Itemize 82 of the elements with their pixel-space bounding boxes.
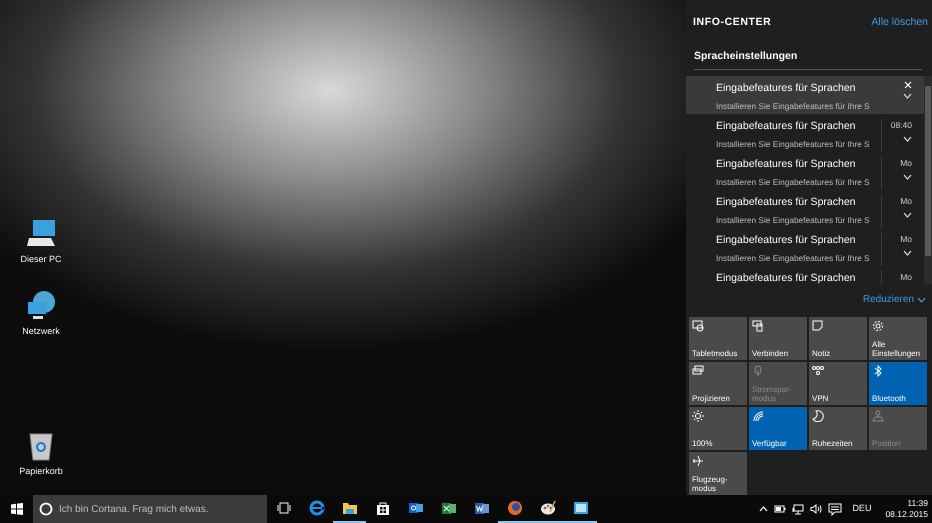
- clock-time[interactable]: 11:39: [907, 498, 928, 509]
- spreadsheet-icon: [440, 500, 456, 516]
- desktop-icon-label[interactable]: Papierkorb: [19, 465, 63, 478]
- notification-body[interactable]: Installieren Sie Eingabefeatures für Ihre S: [716, 214, 881, 226]
- window-app-icon: [572, 500, 588, 516]
- notification-time: 08:40: [890, 119, 912, 132]
- notification-time: Mo: [900, 233, 912, 246]
- moon-icon: [812, 410, 824, 422]
- bluetooth-icon: [872, 365, 884, 377]
- task-view-icon: [276, 502, 290, 514]
- battery-icon[interactable]: [774, 504, 786, 514]
- sun-icon: [692, 410, 704, 422]
- quick-action-tile[interactable]: Verbinden: [749, 317, 807, 360]
- notification-center-icon[interactable]: [828, 502, 842, 516]
- quick-action-tile[interactable]: 100%: [689, 407, 747, 450]
- gear-icon: [872, 320, 884, 332]
- input-language-indicator[interactable]: DEU: [852, 502, 872, 516]
- paint-palette-icon: [540, 500, 556, 516]
- notification-item[interactable]: Eingabefeatures für Sprachen Installieren Sie Eingabefeatures für Ihre S Mo: [686, 190, 924, 228]
- document-icon: [474, 500, 490, 516]
- chevron-down-icon[interactable]: [903, 136, 912, 142]
- notification-item[interactable]: Eingabefeatures für Sprachen Installieren Sie Eingabefeatures für Ihre S: [686, 76, 924, 114]
- notification-item[interactable]: Eingabefeatures für Sprachen Installieren Sie Eingabefeatures für Ihre S Mo: [686, 228, 924, 266]
- wifi-icon: [752, 410, 764, 422]
- store-bag-icon: [374, 500, 390, 516]
- notification-time: Mo: [900, 195, 912, 208]
- quick-action-tile[interactable]: Flugzeug- modus: [689, 452, 747, 495]
- network-icon[interactable]: [792, 504, 804, 514]
- close-icon[interactable]: [904, 81, 912, 90]
- scrollbar[interactable]: [924, 76, 932, 284]
- chevron-down-icon: [917, 296, 926, 302]
- browser-icon: [308, 500, 324, 516]
- panel-title: INFO-CENTER: [693, 14, 772, 30]
- notification-time: Mo: [900, 157, 912, 170]
- screens-icon: [752, 320, 764, 332]
- notification-title[interactable]: Eingabefeatures für Sprachen: [716, 81, 881, 98]
- collapse-button[interactable]: Reduzieren: [862, 292, 926, 307]
- note-icon: [812, 320, 824, 332]
- search-field[interactable]: Ich bin Cortana. Frag mich etwas.: [33, 495, 267, 523]
- notification-body[interactable]: Installieren Sie Eingabefeatures für Ihre S: [716, 138, 881, 150]
- monitors-icon: [692, 365, 704, 377]
- mail-app-icon: [408, 500, 424, 516]
- vpn-icon: [812, 365, 824, 377]
- notification-item[interactable]: Eingabefeatures für Sprachen Installieren Sie Eingabefeatures für Ihre S Mo: [686, 152, 924, 190]
- clock-date[interactable]: 08.12.2015: [885, 509, 928, 520]
- network-icon: [25, 290, 57, 322]
- location-icon: [872, 410, 884, 422]
- tablet-icon: [692, 320, 704, 332]
- notification-title[interactable]: Eingabefeatures für Sprachen: [716, 119, 881, 136]
- cortana-circle-icon: [39, 502, 53, 516]
- quick-action-tile[interactable]: Verfügbar: [749, 407, 807, 450]
- quick-action-tile[interactable]: Ruhezeiten: [809, 407, 867, 450]
- leaf-icon: [752, 365, 764, 377]
- quick-action-tile[interactable]: Alle Einstellungen: [869, 317, 927, 360]
- notification-body[interactable]: Installieren Sie Eingabefeatures für Ihre S: [716, 100, 881, 112]
- chevron-down-icon[interactable]: [903, 250, 912, 256]
- notification-body[interactable]: Installieren Sie Eingabefeatures für Ihre S: [716, 252, 881, 264]
- chevron-down-icon[interactable]: [903, 93, 912, 100]
- desktop-icon-label[interactable]: Dieser PC: [20, 253, 62, 266]
- quick-action-tile[interactable]: VPN: [809, 362, 867, 405]
- chevron-up-icon[interactable]: [759, 506, 768, 512]
- notification-title[interactable]: Eingabefeatures für Sprachen: [716, 271, 881, 284]
- notification-item[interactable]: Eingabefeatures für Sprachen Installieren Sie Eingabefeatures für Ihre S 08:40: [686, 114, 924, 152]
- notification-time: Mo: [900, 271, 912, 284]
- chevron-down-icon[interactable]: [903, 174, 912, 180]
- notification-body[interactable]: Installieren Sie Eingabefeatures für Ihre S: [716, 176, 881, 188]
- folder-icon: [342, 500, 358, 516]
- quick-action-tile[interactable]: Bluetooth: [869, 362, 927, 405]
- chevron-down-icon[interactable]: [903, 212, 912, 218]
- notification-item[interactable]: Eingabefeatures für Sprachen Mo: [686, 266, 924, 284]
- airplane-icon: [692, 455, 704, 467]
- group-header: Spracheinstellungen: [694, 48, 922, 70]
- windows-logo-icon: [10, 503, 22, 515]
- speaker-icon[interactable]: [810, 504, 822, 514]
- quick-action-tile[interactable]: Tabletmodus: [689, 317, 747, 360]
- notification-title[interactable]: Eingabefeatures für Sprachen: [716, 195, 881, 212]
- notification-title[interactable]: Eingabefeatures für Sprachen: [716, 157, 881, 174]
- clear-all-link[interactable]: Alle löschen: [871, 14, 928, 31]
- quick-action-tile[interactable]: Notiz: [809, 317, 867, 360]
- quick-action-tile[interactable]: Projizieren: [689, 362, 747, 405]
- desktop-icon-label[interactable]: Netzwerk: [22, 325, 60, 338]
- notification-title[interactable]: Eingabefeatures für Sprachen: [716, 233, 881, 250]
